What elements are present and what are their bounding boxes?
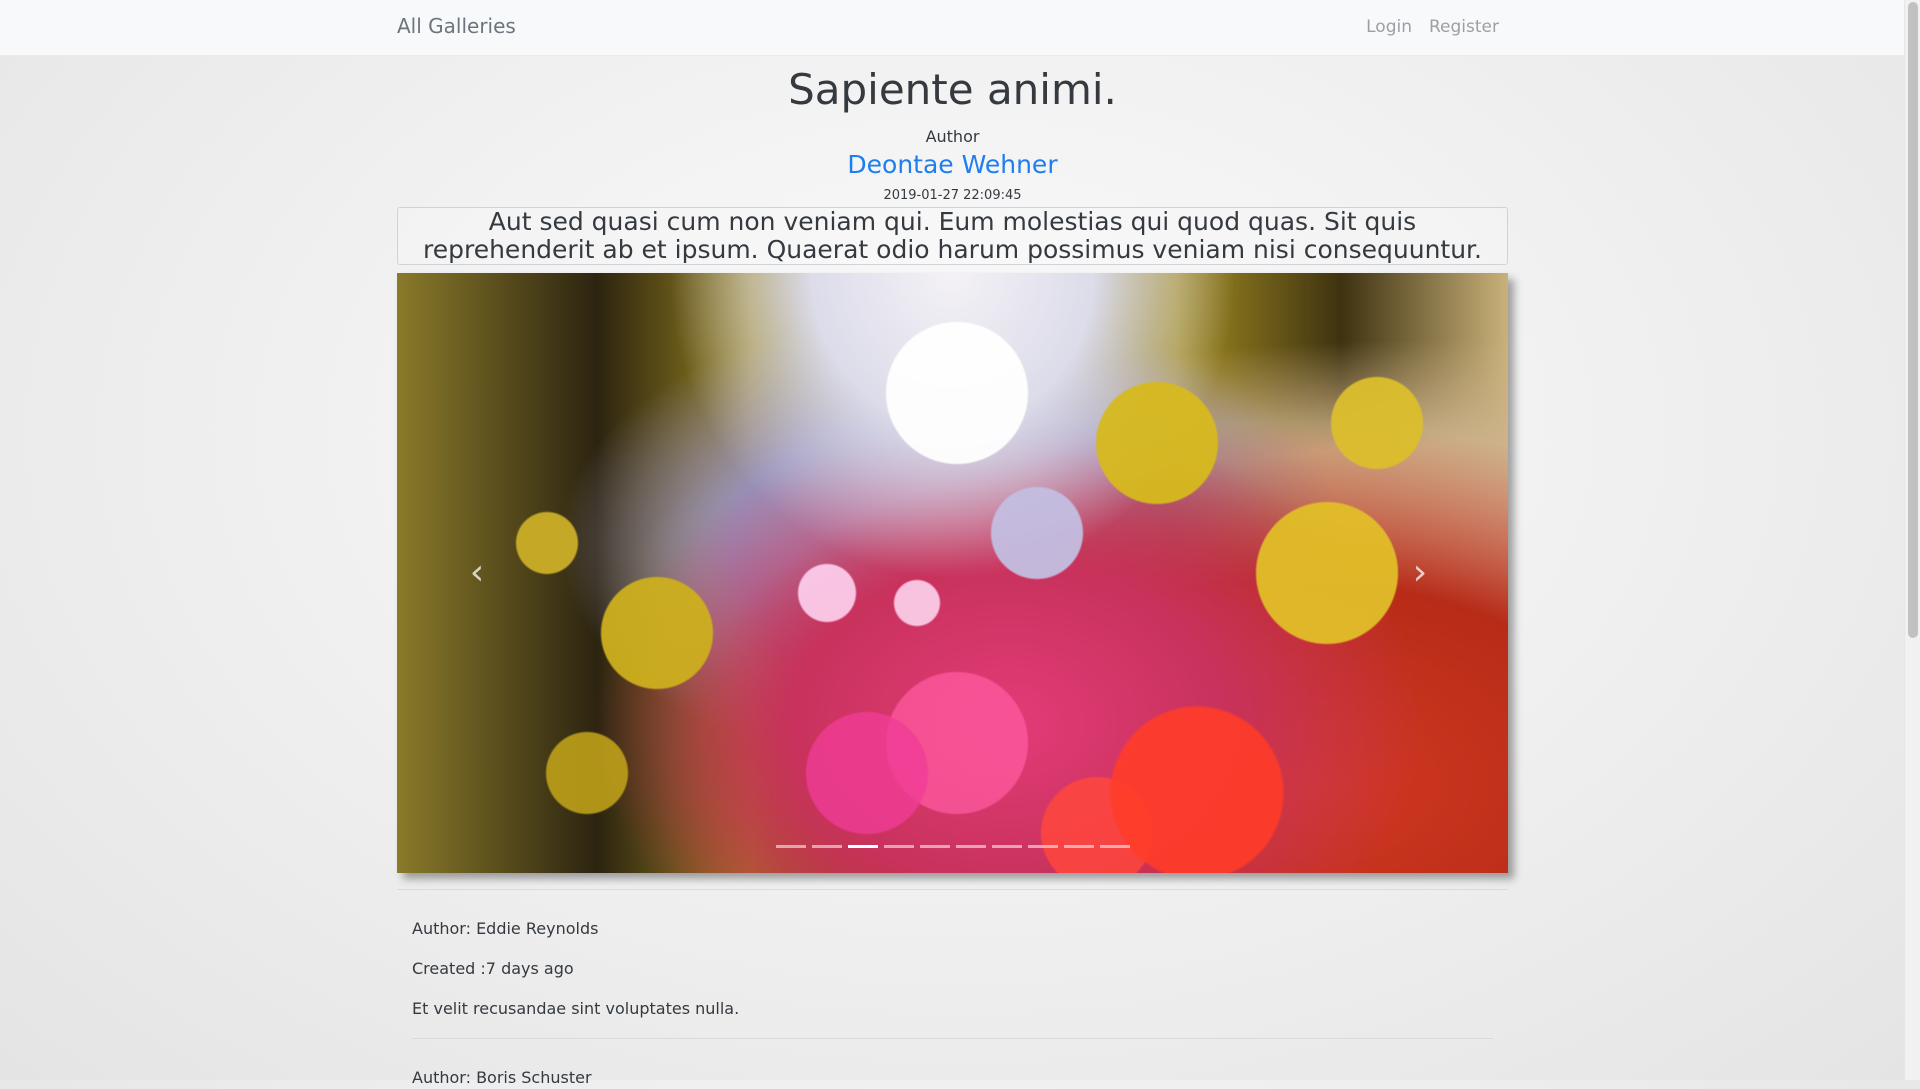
carousel-indicator[interactable] — [919, 845, 950, 848]
carousel-indicator[interactable] — [1027, 845, 1058, 848]
page-scrollbar[interactable] — [1904, 0, 1920, 1080]
image-carousel[interactable]: ‹ › — [397, 273, 1508, 873]
register-link[interactable]: Register — [1429, 17, 1499, 37]
all-galleries-link[interactable]: All Galleries — [397, 14, 516, 38]
carousel-prev-button[interactable]: ‹ — [457, 553, 497, 593]
carousel-indicator[interactable] — [955, 845, 986, 848]
comment: Author: Eddie Reynolds Created :7 days a… — [397, 918, 1508, 1020]
login-link[interactable]: Login — [1366, 17, 1412, 37]
carousel-indicator[interactable] — [1099, 845, 1130, 848]
auth-nav: Login Register — [1366, 17, 1499, 37]
gallery-title: Sapiente animi. — [788, 65, 1117, 114]
carousel-next-button[interactable]: › — [1400, 553, 1440, 593]
gallery-date: 2019-01-27 22:09:45 — [883, 188, 1022, 203]
gallery-container: Sapiente animi. Author Deontae Wehner 20… — [397, 56, 1508, 1089]
comment-created: Created :7 days ago — [412, 959, 574, 978]
author-link[interactable]: Deontae Wehner — [397, 148, 1508, 182]
carousel-indicator[interactable] — [847, 845, 878, 848]
comment: Author: Boris Schuster — [397, 1067, 1508, 1089]
chevron-left-icon: ‹ — [469, 552, 485, 593]
carousel-indicator[interactable] — [811, 845, 842, 848]
author-label: Author — [925, 127, 980, 146]
navbar: All Galleries Login Register — [0, 0, 1904, 56]
scrollbar-thumb[interactable] — [1908, 2, 1918, 638]
chevron-right-icon: › — [1412, 552, 1428, 593]
carousel-indicator[interactable] — [883, 845, 914, 848]
comment-text: Et velit recusandae sint voluptates null… — [412, 999, 740, 1018]
divider — [397, 889, 1508, 890]
comment-author: Author: Boris Schuster — [412, 1068, 592, 1087]
carousel-indicator[interactable] — [775, 845, 806, 848]
comment-author: Author: Eddie Reynolds — [412, 919, 599, 938]
carousel-indicator[interactable] — [991, 845, 1022, 848]
comment-divider — [412, 1038, 1493, 1039]
gallery-description: Aut sed quasi cum non veniam qui. Eum mo… — [397, 207, 1508, 265]
carousel-indicators — [397, 845, 1508, 848]
carousel-indicator[interactable] — [1063, 845, 1094, 848]
